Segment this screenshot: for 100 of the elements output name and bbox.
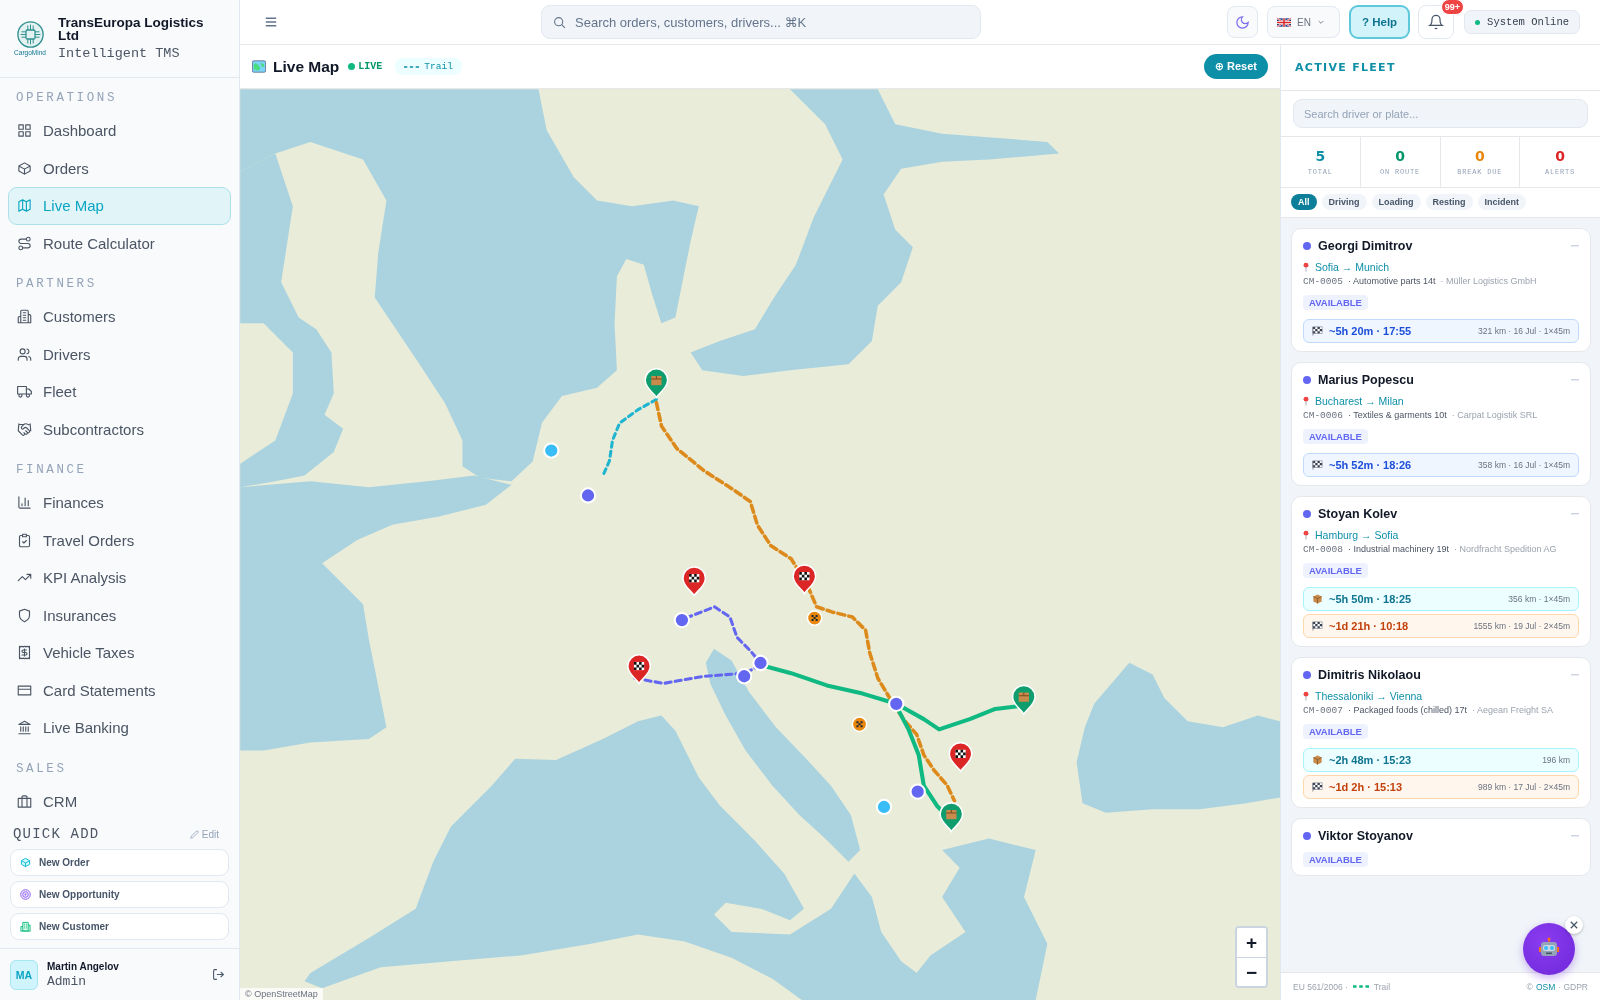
nav-item[interactable]: Drivers [8,335,231,373]
truck-icon [17,384,32,400]
package-pin-icon[interactable] [939,802,964,833]
nav-item[interactable]: KPI Analysis [8,559,231,597]
product-tagline: Intelligent TMS [58,46,181,61]
nav-item[interactable]: Orders [8,149,231,187]
shield-icon [17,607,32,623]
pin-icon [1303,261,1309,272]
nav-item[interactable]: Subcontractors [8,410,231,448]
status-dot-icon [1303,510,1311,518]
location-dot-icon[interactable] [752,654,769,672]
user-name: Martin Angelov [47,960,119,972]
eta-time: ~5h 50m · 18:25 [1329,593,1412,605]
driver-card[interactable]: Viktor Stoyanov AVAILABLE [1291,818,1591,876]
stat-value: 0 [1475,148,1485,164]
location-dot-icon[interactable] [888,695,905,712]
osm-link[interactable]: OSM [1535,981,1556,992]
status-dot-icon [1303,242,1311,250]
moon-icon [1235,14,1251,30]
filter-chip[interactable]: Resting [1425,194,1473,210]
filter-chip[interactable]: All [1291,194,1317,210]
status-badge: AVAILABLE [1303,295,1368,310]
filter-chip[interactable]: Loading [1371,194,1421,210]
map-icon [17,198,32,214]
nav-item[interactable]: CRM [8,782,231,820]
search-icon [553,15,566,29]
close-icon [1570,921,1578,929]
search-field[interactable]: Search orders, customers, drivers... ⌘K [541,5,981,39]
section-label: FINANCE [15,462,88,479]
nav-item[interactable]: Vehicle Taxes [8,634,231,672]
eta-details: 989 km · 17 Jul · 2×45m [1478,782,1570,792]
location-dot-icon[interactable] [736,668,753,685]
cargo-text: · Automotive parts 14t [1347,276,1436,286]
logout-icon[interactable] [212,968,225,981]
section-label: OPERATIONS [15,90,118,107]
language-select[interactable]: EN [1267,6,1341,38]
cargo-text: · Packaged foods (chilled) 17t [1347,705,1467,715]
nav-item[interactable]: Route Calculator [8,224,231,262]
location-dot-icon[interactable] [909,783,926,800]
status-badge: AVAILABLE [1303,852,1368,867]
quick-add-button[interactable]: New Customer [10,913,229,940]
driver-name: Stoyan Kolev [1318,507,1398,521]
flag-pin-icon[interactable] [792,564,817,595]
location-dot-icon[interactable] [543,442,560,459]
driver-name: Dimitris Nikolaou [1318,668,1421,682]
route-icon [17,235,32,251]
user-role: Admin [47,973,87,989]
filter-chip[interactable]: Incident [1477,194,1527,210]
location-dot-icon[interactable] [673,611,691,629]
flag-pin-icon[interactable] [948,741,973,772]
client-name: · Aegean Freight SA [1472,705,1554,715]
copyright-text: © [1526,981,1533,992]
users-icon [17,346,32,362]
eta-details: 356 km · 1×45m [1508,594,1570,604]
nav-item[interactable]: Travel Orders [8,521,231,559]
nav-item[interactable]: Finances [8,484,231,522]
target-icon [20,889,31,900]
flag-marker-icon[interactable] [806,610,823,626]
client-name: · Carpat Logistik SRL [1451,410,1538,420]
filter-chip[interactable]: Driving [1321,194,1367,210]
reset-button[interactable]: ⊕ Reset [1203,54,1268,79]
help-button[interactable]: ? Help [1349,5,1411,39]
nav-item[interactable]: Live Banking [8,709,231,747]
driver-card[interactable]: Georgi Dimitrov Sofia → Munich CM-0005 · Automotive parts 14t · Müller Logistics GmbH AVAILABLE ~5h 20m · 17:55 321 km · 16 Jul · 1×45m [1291,228,1591,352]
company-name: TransEuropa Logistics Ltd [58,16,205,42]
driver-card[interactable]: Stoyan Kolev Hamburg → Sofia CM-0008 · Industrial machinery 19t · Nordfracht Spedition AG AVAILABLE ~5h 50m · 18:25 356 km · 1×45m ~1d 21h · 10:18 1555 km · 19 Jul · 2×45m [1291,496,1591,647]
stat-value: 0 [1555,148,1565,164]
close-button[interactable] [1565,916,1583,934]
plate-number: CM-0005 [1303,276,1343,287]
pencil-icon [189,829,199,839]
building-icon [17,309,32,325]
nav-item[interactable]: Card Statements [8,671,231,709]
search-field[interactable]: Search driver or plate... [1293,99,1588,128]
package-pin-icon[interactable] [1011,684,1036,715]
pin-icon [1303,529,1309,540]
section-label: SALES [15,760,68,778]
eta-time: ~1d 21h · 10:18 [1329,620,1409,632]
quick-add-button[interactable]: New Opportunity [10,881,229,908]
stat-value: 5 [1315,148,1326,164]
flag-pin-icon[interactable] [682,566,707,597]
flag-pin-icon[interactable] [627,654,652,685]
nav-item[interactable]: Customers [8,298,231,336]
pin-icon [1303,690,1309,701]
plate-number: CM-0006 [1303,410,1343,421]
theme-toggle-button[interactable] [1227,6,1259,38]
zoom-out-button[interactable]: − [1237,957,1266,986]
package-icon [20,857,31,868]
nav-item[interactable]: Fleet [8,373,231,411]
quick-add-button[interactable]: New Order [10,849,229,876]
menu-icon[interactable] [265,17,277,27]
bank-icon [17,720,32,736]
driver-card[interactable]: Marius Popescu Bucharest → Milan CM-0006 · Textiles & garments 10t · Carpat Logistik SRL AVAILABLE ~5h 52m · 18:26 358 km · 16 Jul · 1×45m [1291,362,1591,486]
package-pin-icon[interactable] [644,368,669,399]
chevron-down-icon [1317,18,1325,26]
assistant-button[interactable] [1523,923,1575,975]
nav-item[interactable]: Insurances [8,596,231,634]
nav-item[interactable]: Dashboard [8,112,231,150]
flag-marker-icon[interactable] [851,716,868,733]
bell-icon [1428,14,1445,30]
driver-card[interactable]: Dimitris Nikolaou Thessaloniki → Vienna CM-0007 · Packaged foods (chilled) 17t · Aegean Freight SA AVAILABLE ~2h 48m · 15:23 196 km ~1d 2h · 15:13 989 km · 17 Jul · 2×45m [1291,657,1591,808]
